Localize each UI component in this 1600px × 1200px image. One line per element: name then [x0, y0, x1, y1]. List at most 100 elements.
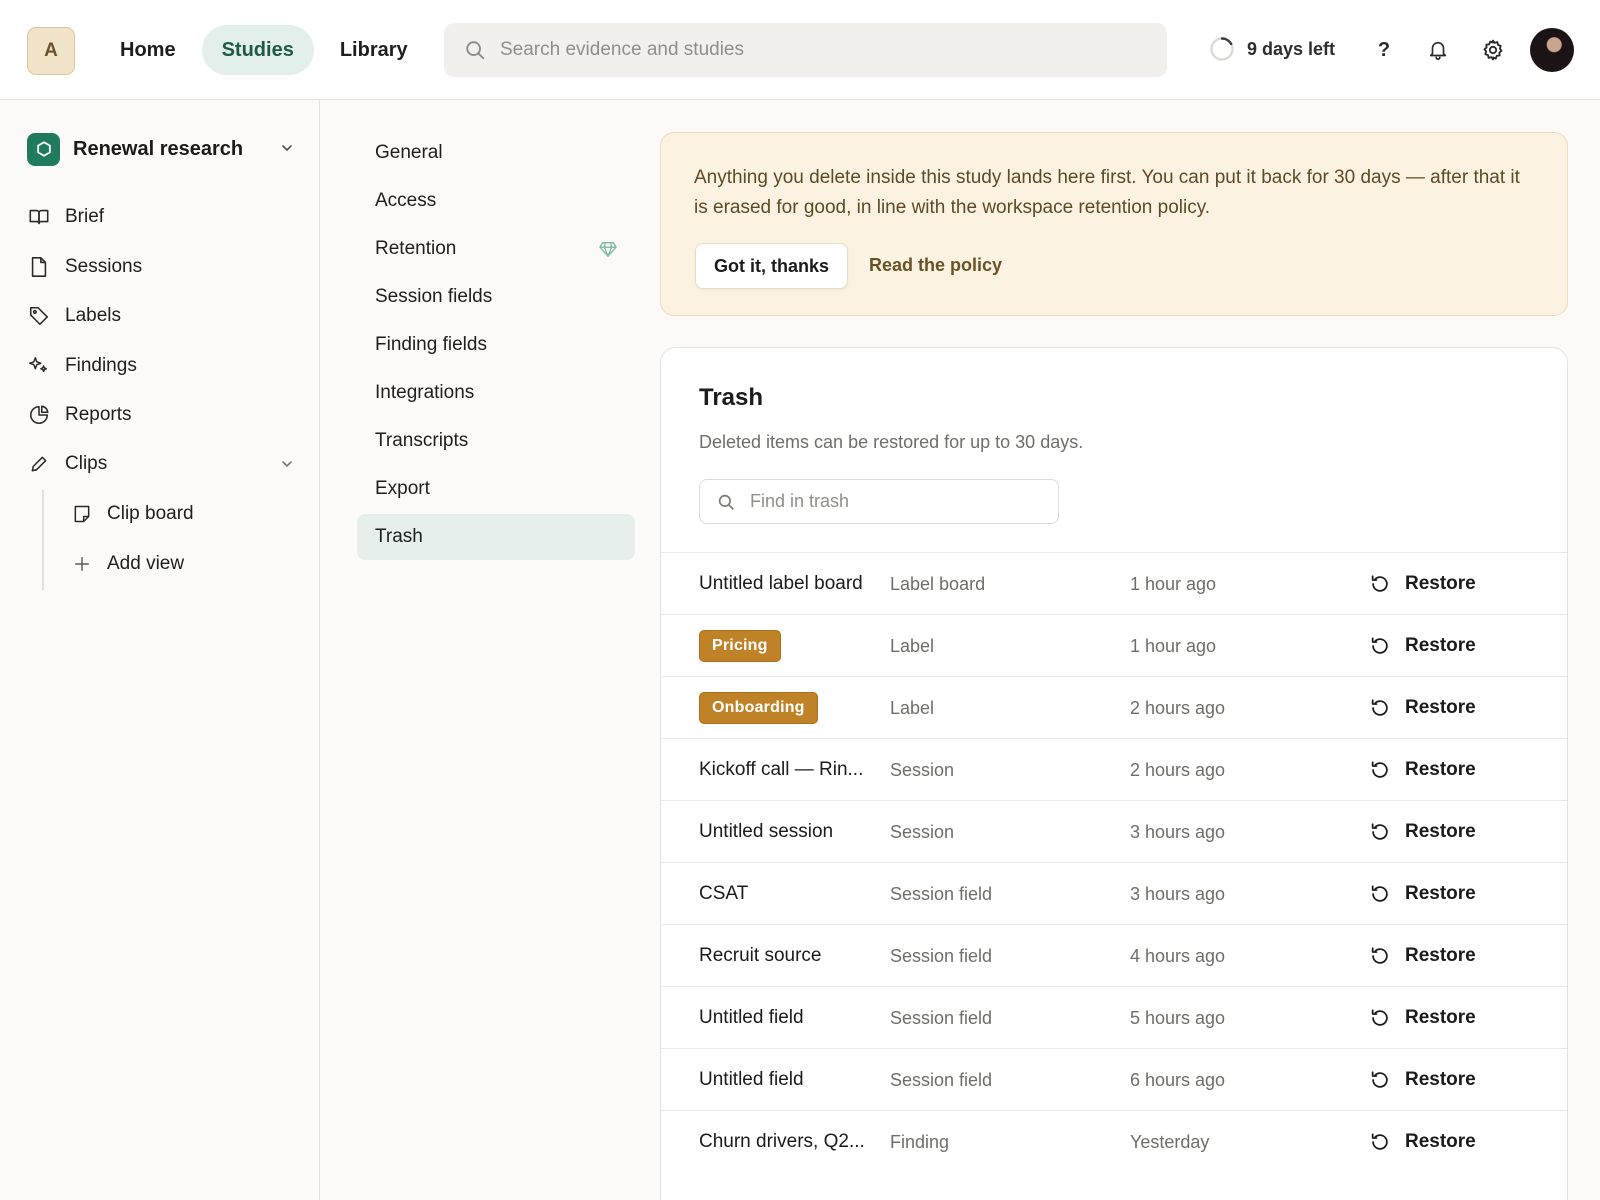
- sidebar-item-sessions[interactable]: Sessions: [27, 249, 295, 285]
- settings-item-label: Retention: [375, 238, 457, 259]
- sidebar-item-reports[interactable]: Reports: [27, 397, 295, 433]
- item-name: Onboarding: [699, 677, 879, 739]
- sidebar-subitem-label: Clip board: [107, 503, 194, 524]
- restore-button[interactable]: Restore: [1369, 1059, 1476, 1101]
- sidebar-subitem-clip-board[interactable]: Clip board: [71, 496, 291, 532]
- search-icon: [466, 41, 485, 60]
- page-subtitle: Deleted items can be restored for up to …: [699, 432, 1084, 452]
- restore-button[interactable]: Restore: [1369, 873, 1476, 915]
- page-title: Trash: [699, 384, 764, 411]
- restore-button[interactable]: Restore: [1369, 625, 1476, 667]
- trash-row: Untitled session Session 3 hours ago Restor…: [661, 800, 1567, 862]
- nav-tab-home[interactable]: Home: [100, 25, 196, 75]
- sidebar-item-clips[interactable]: Clips: [27, 446, 295, 482]
- read-policy-link[interactable]: Read the policy: [869, 255, 1002, 276]
- label-tag: Onboarding: [699, 692, 818, 724]
- deleted-time: 2 hours ago: [1130, 697, 1226, 718]
- item-type: Label: [890, 635, 935, 656]
- item-name: Untitled label board: [699, 553, 879, 615]
- trash-row: CSAT Session field 3 hours ago Restore: [661, 862, 1567, 925]
- restore-icon: [1371, 947, 1388, 964]
- add-view-button[interactable]: Add view: [71, 546, 291, 582]
- item-name-text: Recruit source: [699, 945, 822, 966]
- trash-row: Recruit source Session field 4 hours ago Re…: [661, 924, 1567, 986]
- restore-label: Restore: [1405, 1007, 1476, 1028]
- settings-item-trash[interactable]: Trash: [357, 514, 635, 560]
- item-name: CSAT: [699, 863, 879, 925]
- item-type: Session field: [890, 1069, 993, 1090]
- sidebar-item-label: Findings: [65, 355, 137, 376]
- global-search-input[interactable]: [500, 23, 1140, 77]
- workspace-avatar[interactable]: A: [27, 27, 75, 75]
- tag-icon: [27, 304, 51, 328]
- sidebar-item-label: Clips: [65, 453, 108, 474]
- dismiss-notice-button[interactable]: Got it, thanks: [695, 243, 849, 289]
- help-button[interactable]: ?: [1364, 30, 1404, 70]
- item-name-text: Churn drivers, Q2...: [699, 1131, 865, 1152]
- deleted-time: 1 hour ago: [1130, 635, 1217, 656]
- bell-icon: [1429, 41, 1447, 60]
- restore-icon: [1371, 1009, 1388, 1026]
- restore-label: Restore: [1405, 697, 1476, 718]
- restore-icon: [1371, 761, 1388, 778]
- settings-item-export[interactable]: Export: [357, 466, 635, 512]
- settings-button[interactable]: [1473, 30, 1513, 70]
- settings-item-integrations[interactable]: Integrations: [357, 370, 635, 416]
- trash-search-input[interactable]: [750, 480, 1040, 523]
- user-avatar[interactable]: [1530, 28, 1574, 72]
- item-name-text: Kickoff call — Rin...: [699, 759, 864, 780]
- chevron-down-icon: [282, 461, 292, 468]
- sidebar-item-findings[interactable]: Findings: [27, 348, 295, 384]
- project-switcher[interactable]: Renewal research: [27, 132, 295, 166]
- notifications-button[interactable]: [1418, 30, 1458, 70]
- settings-item-session-fields[interactable]: Session fields: [357, 274, 635, 320]
- settings-item-general[interactable]: General: [357, 130, 635, 176]
- item-name: Kickoff call — Rin...: [699, 739, 879, 801]
- trash-card: Trash Deleted items can be restored for …: [660, 347, 1568, 1200]
- nav-tab-library[interactable]: Library: [320, 25, 428, 75]
- restore-icon: [1371, 1133, 1388, 1150]
- restore-label: Restore: [1405, 883, 1476, 904]
- settings-item-finding-fields[interactable]: Finding fields: [357, 322, 635, 368]
- restore-button[interactable]: Restore: [1369, 935, 1476, 977]
- global-search: [444, 23, 1167, 77]
- restore-label: Restore: [1405, 1131, 1476, 1152]
- restore-label: Restore: [1405, 1069, 1476, 1090]
- restore-button[interactable]: Restore: [1369, 687, 1476, 729]
- restore-button[interactable]: Restore: [1369, 563, 1476, 605]
- sidebar-subitem-label: Add view: [107, 553, 185, 574]
- top-nav: Home Studies Library: [100, 25, 428, 75]
- restore-button[interactable]: Restore: [1369, 811, 1476, 853]
- item-name-text: Untitled field: [699, 1069, 804, 1090]
- restore-button[interactable]: Restore: [1369, 749, 1476, 791]
- spinner-icon: [1210, 37, 1234, 61]
- sidebar-item-labels[interactable]: Labels: [27, 298, 295, 334]
- restore-label: Restore: [1405, 635, 1476, 656]
- trash-row: Untitled field Session field 6 hours ago Re…: [661, 1048, 1567, 1110]
- trial-indicator[interactable]: 9 days left: [1209, 36, 1335, 62]
- restore-button[interactable]: Restore: [1369, 1121, 1476, 1163]
- plus-icon: [71, 553, 93, 575]
- deleted-time: 2 hours ago: [1130, 759, 1226, 780]
- restore-label: Restore: [1405, 945, 1476, 966]
- deleted-time: 6 hours ago: [1130, 1069, 1226, 1090]
- trash-row: Untitled field Session field 5 hours ago Re…: [661, 986, 1567, 1049]
- item-name-text: Untitled session: [699, 821, 834, 842]
- item-name: Pricing: [699, 615, 879, 677]
- item-name: Untitled field: [699, 987, 879, 1049]
- sidebar-item-brief[interactable]: Brief: [27, 199, 295, 235]
- book-icon: [27, 205, 51, 229]
- trash-row: Onboarding Label 2 hours ago Restore: [661, 676, 1567, 739]
- settings-item-transcripts[interactable]: Transcripts: [357, 418, 635, 464]
- settings-item-retention[interactable]: Retention: [357, 226, 635, 272]
- settings-item-access[interactable]: Access: [357, 178, 635, 224]
- item-type: Label board: [890, 573, 986, 594]
- sidebar-item-label: Brief: [65, 206, 105, 227]
- restore-button[interactable]: Restore: [1369, 997, 1476, 1039]
- item-type: Session field: [890, 883, 993, 904]
- trash-row: Pricing Label 1 hour ago Restore: [661, 614, 1567, 677]
- pie-chart-icon: [27, 403, 51, 427]
- nav-tab-studies[interactable]: Studies: [201, 25, 314, 75]
- trash-list: Untitled label board Label board 1 hour ag…: [661, 552, 1567, 1172]
- deleted-time: 3 hours ago: [1130, 883, 1226, 904]
